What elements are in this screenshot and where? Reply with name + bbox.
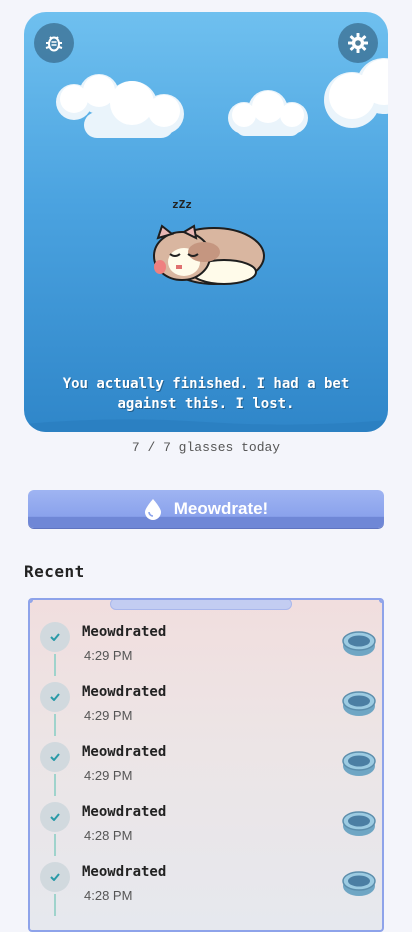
- list-item[interactable]: Meowdrated 4:28 PM: [30, 798, 382, 858]
- recent-list: Meowdrated 4:29 PM Meowdrated 4:29 PM Me…: [30, 618, 382, 918]
- recent-list-panel[interactable]: Meowdrated 4:29 PM Meowdrated 4:29 PM Me…: [28, 598, 384, 932]
- water-bowl-icon: [342, 751, 376, 776]
- check-icon: [40, 862, 70, 892]
- check-icon: [40, 682, 70, 712]
- timeline-connector: [54, 774, 56, 796]
- panel-handle: [110, 600, 292, 610]
- cat-message: You actually finished. I had a bet again…: [62, 376, 350, 412]
- check-icon: [40, 622, 70, 652]
- panel-pin: [379, 600, 382, 603]
- entry-time: 4:29 PM: [84, 768, 133, 783]
- panel-pin: [30, 600, 33, 603]
- cloud: [228, 90, 308, 136]
- water-bowl-icon: [342, 811, 376, 836]
- entry-time: 4:28 PM: [84, 888, 133, 903]
- water-drop-icon: [144, 499, 161, 520]
- cloud: [56, 74, 184, 138]
- water-bowl-icon: [342, 871, 376, 896]
- list-item[interactable]: Meowdrated 4:29 PM: [30, 618, 382, 678]
- timeline-connector: [54, 714, 56, 736]
- list-item[interactable]: Meowdrated 4:29 PM: [30, 678, 382, 738]
- list-item[interactable]: Meowdrated 4:28 PM: [30, 858, 382, 918]
- timeline-connector: [54, 834, 56, 856]
- check-icon: [40, 802, 70, 832]
- list-item[interactable]: Meowdrated 4:29 PM: [30, 738, 382, 798]
- entry-time: 4:29 PM: [84, 648, 133, 663]
- timeline-connector: [54, 654, 56, 676]
- cloud: [324, 58, 388, 128]
- timeline-connector: [54, 894, 56, 916]
- entry-label: Meowdrated: [82, 864, 167, 880]
- entry-label: Meowdrated: [82, 624, 167, 640]
- water-wave: [24, 419, 388, 432]
- meowdrate-label: Meowdrate!: [173, 499, 269, 518]
- water-bowl-icon: [342, 691, 376, 716]
- sleeping-cat: zZz: [153, 198, 265, 285]
- debug-button[interactable]: [34, 23, 74, 63]
- gear-icon: [348, 33, 368, 53]
- water-bowl-icon: [342, 631, 376, 656]
- entry-label: Meowdrated: [82, 684, 167, 700]
- meowdrate-button[interactable]: Meowdrate!: [28, 490, 384, 528]
- entry-label: Meowdrated: [82, 744, 167, 760]
- sky-scene: zZz You actually finished. I had a bet a…: [24, 12, 388, 432]
- entry-time: 4:29 PM: [84, 708, 133, 723]
- sleep-zzz: zZz: [172, 198, 192, 211]
- bug-icon: [45, 36, 63, 52]
- entry-time: 4:28 PM: [84, 828, 133, 843]
- check-icon: [40, 742, 70, 772]
- glass-count: 7 / 7 glasses today: [131, 440, 281, 455]
- settings-button[interactable]: [338, 23, 378, 63]
- recent-heading: Recent: [24, 562, 85, 581]
- entry-label: Meowdrated: [82, 804, 167, 820]
